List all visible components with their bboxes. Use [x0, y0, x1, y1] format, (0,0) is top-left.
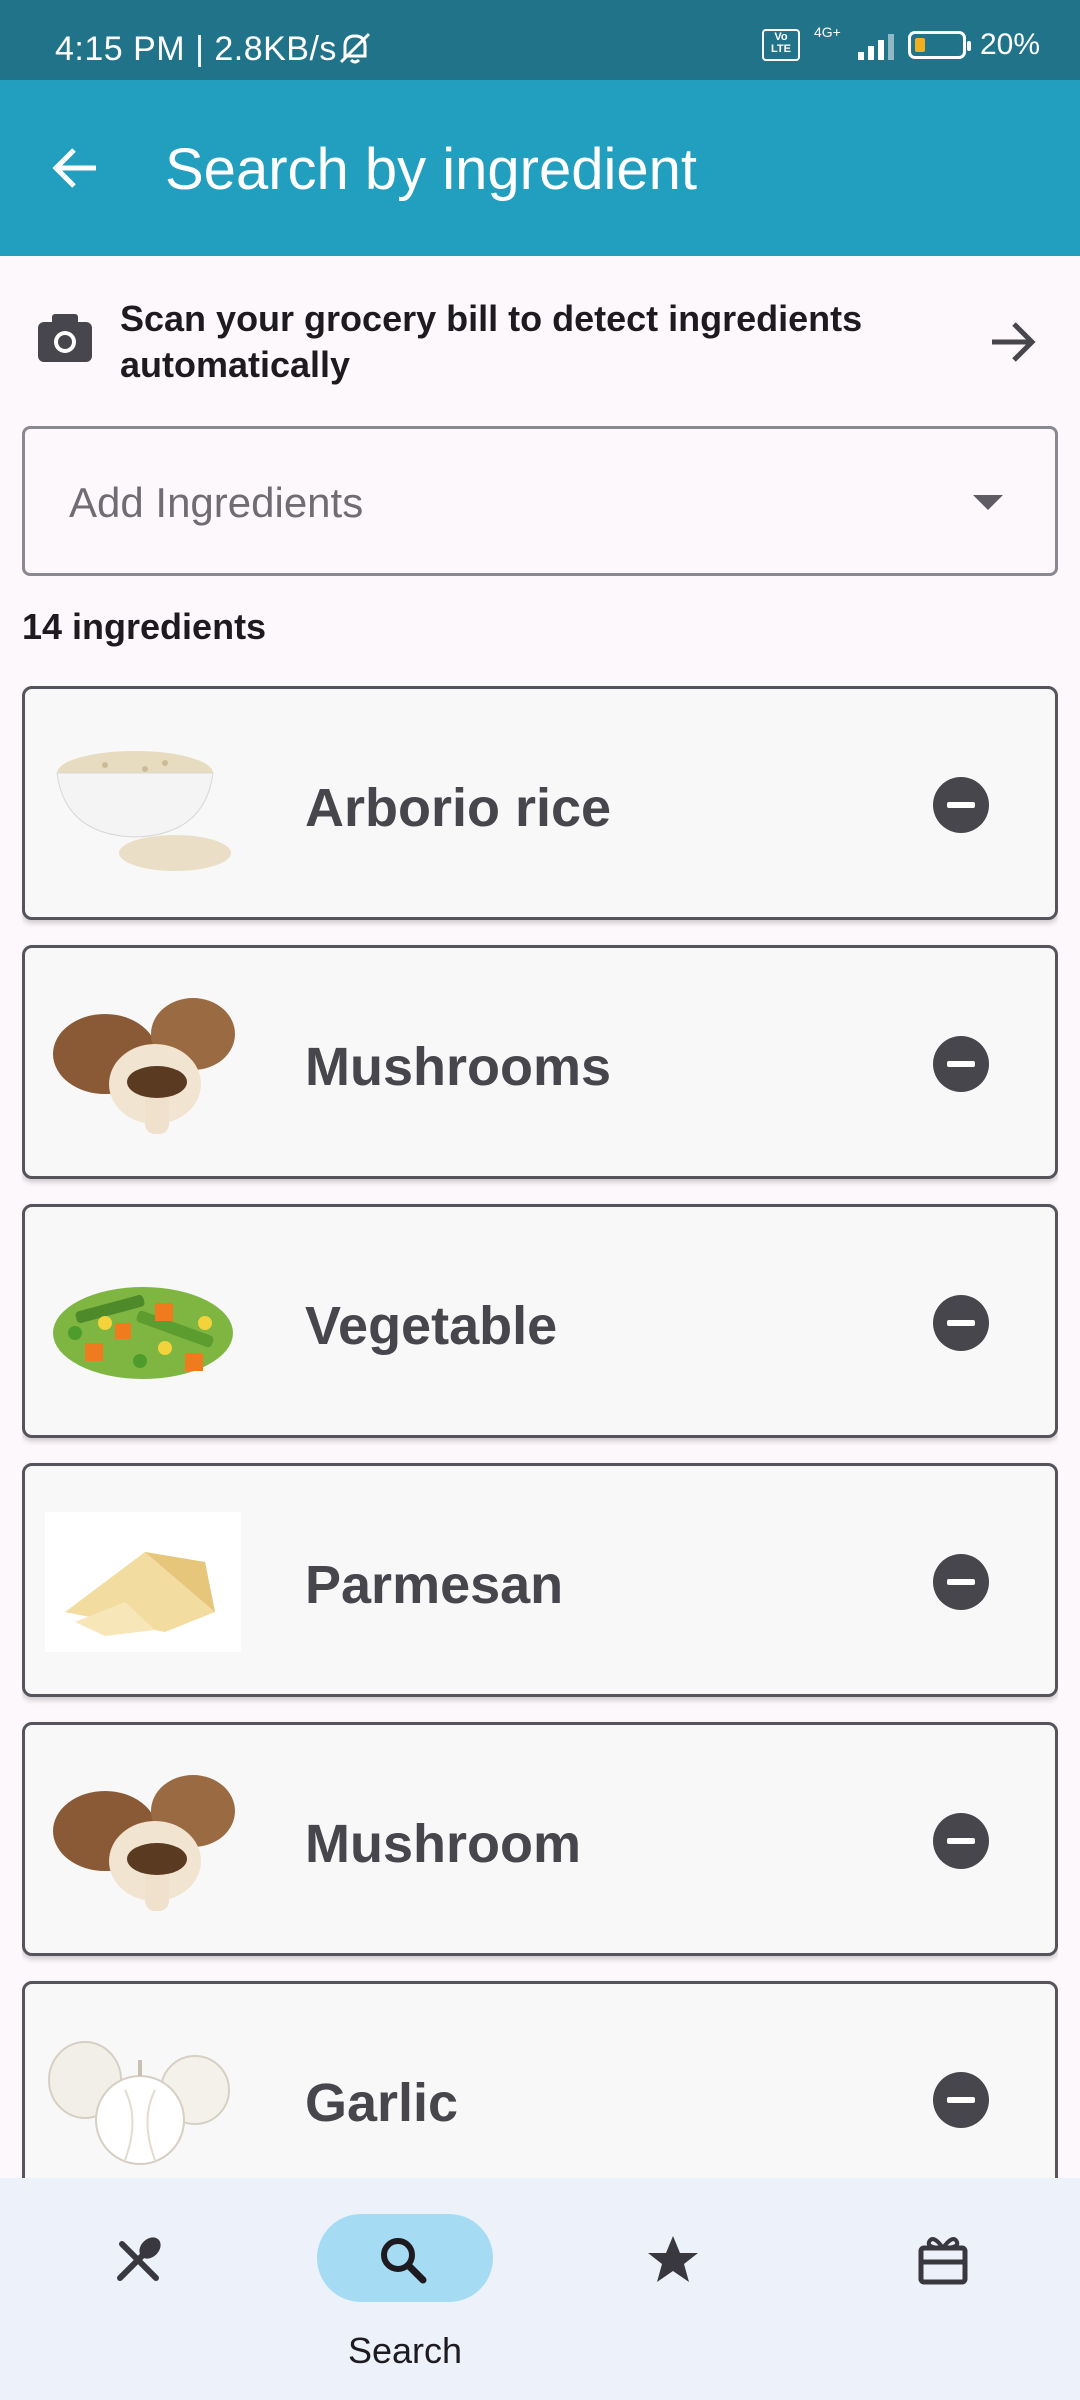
ingredient-card[interactable]: Vegetable [22, 1204, 1058, 1438]
ingredient-name: Mushroom [305, 1814, 581, 1874]
remove-ingredient-button[interactable] [933, 777, 989, 833]
mushrooms-image [53, 998, 235, 1134]
battery-percent: 20% [979, 28, 1040, 61]
arrow-forward-icon[interactable] [986, 314, 1042, 370]
network-indicator: 4G+ [813, 24, 841, 40]
mushrooms-image [53, 1775, 235, 1911]
mixed-vegetables-image [53, 1287, 233, 1379]
utensils-icon [117, 2237, 161, 2281]
ingredient-card[interactable]: Parmesan [22, 1463, 1058, 1697]
ingredient-count: 14 ingredients [22, 606, 267, 647]
add-ingredients-dropdown[interactable]: Add Ingredients [22, 426, 1058, 576]
battery-icon [907, 31, 971, 59]
nav-item-favorites[interactable] [570, 2214, 770, 2374]
ingredient-name: Mushrooms [305, 1037, 612, 1097]
dropdown-placeholder: Add Ingredients [69, 479, 364, 526]
star-icon [648, 2236, 698, 2282]
ingredient-card[interactable]: Garlic [22, 1981, 1058, 2178]
remove-ingredient-button[interactable] [933, 1036, 989, 1092]
scan-grocery-banner[interactable]: Scan your grocery bill to detect ingredi… [0, 256, 1080, 416]
ingredient-card[interactable]: Arborio rice [22, 686, 1058, 920]
remove-ingredient-button[interactable] [933, 1295, 989, 1351]
nav-item-gift[interactable] [840, 2214, 1040, 2374]
dropdown-arrow-icon[interactable] [973, 495, 1003, 510]
nav-item-search[interactable]: Search [300, 2214, 500, 2374]
ingredient-list[interactable]: Arborio rice Mushrooms Vegetable Parmesa… [22, 686, 1058, 2178]
remove-ingredient-button[interactable] [933, 1554, 989, 1610]
ingredient-name: Parmesan [305, 1555, 564, 1615]
status-time-speed: 4:15 PM | 2.8KB/s [55, 30, 337, 68]
bottom-navigation: Search [0, 2178, 1080, 2400]
bell-off-icon [339, 32, 371, 64]
search-icon [381, 2238, 427, 2284]
ingredient-card[interactable]: Mushroom [22, 1722, 1058, 1956]
nav-item-recipes[interactable] [35, 2214, 235, 2374]
remove-ingredient-button[interactable] [933, 1813, 989, 1869]
ingredient-name: Vegetable [305, 1296, 558, 1356]
parmesan-image [45, 1512, 241, 1652]
ingredient-card[interactable]: Mushrooms [22, 945, 1058, 1179]
volte-icon: Vo LTE [761, 29, 800, 61]
gift-icon [918, 2237, 968, 2285]
nav-label: Search [347, 2330, 463, 2371]
ingredient-name: Garlic [305, 2073, 459, 2133]
app-bar: Search by ingredient [0, 80, 1080, 256]
status-bar: 4:15 PM | 2.8KB/s Vo LTE 4G+ 20% [0, 0, 1080, 80]
remove-ingredient-button[interactable] [933, 2072, 989, 2128]
signal-icon [857, 30, 894, 60]
garlic-image [48, 2041, 230, 2165]
rice-image [56, 751, 231, 871]
arrow-back-icon[interactable] [48, 140, 104, 196]
scan-banner-text: Scan your grocery bill to detect ingredi… [120, 298, 863, 385]
ingredient-name: Arborio rice [305, 778, 612, 838]
page-title: Search by ingredient [165, 137, 697, 202]
camera-icon [38, 314, 92, 362]
